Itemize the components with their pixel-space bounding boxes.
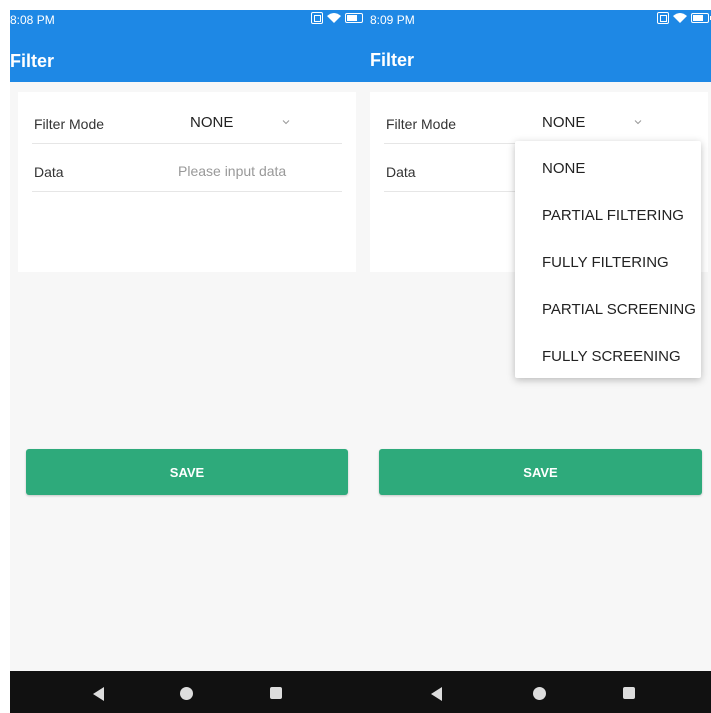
screen-filter-right: 8:09 PM Filter Filter Mode NONE Data SAV… bbox=[364, 10, 711, 713]
filter-mode-label: Filter Mode bbox=[34, 116, 105, 132]
recent-apps-icon[interactable] bbox=[270, 687, 282, 699]
status-bar: 8:09 PM bbox=[364, 10, 711, 30]
filter-form: Filter Mode NONE Data bbox=[18, 92, 356, 272]
save-button[interactable]: SAVE bbox=[379, 449, 702, 495]
filter-mode-dropdown: NONE PARTIAL FILTERING FULLY FILTERING P… bbox=[515, 141, 701, 378]
back-icon[interactable] bbox=[431, 687, 442, 701]
chevron-down-icon bbox=[282, 120, 290, 125]
menu-item-fully-filtering[interactable]: FULLY FILTERING bbox=[515, 239, 701, 286]
status-icons bbox=[311, 12, 365, 24]
wifi-icon bbox=[327, 13, 341, 23]
chevron-down-icon bbox=[634, 120, 642, 125]
filter-mode-select[interactable]: NONE bbox=[542, 114, 585, 131]
filter-mode-label: Filter Mode bbox=[386, 116, 457, 132]
app-bar: Filter bbox=[364, 30, 711, 82]
menu-item-partial-screening[interactable]: PARTIAL SCREENING bbox=[515, 286, 701, 333]
filter-mode-row[interactable]: Filter Mode NONE bbox=[384, 96, 694, 144]
navigation-bar bbox=[10, 671, 365, 713]
filter-mode-row[interactable]: Filter Mode NONE bbox=[32, 96, 342, 144]
status-icons bbox=[657, 12, 711, 24]
home-icon[interactable] bbox=[180, 687, 193, 700]
data-input[interactable] bbox=[160, 158, 340, 184]
data-label: Data bbox=[34, 164, 64, 180]
battery-icon bbox=[691, 13, 711, 23]
filter-mode-select[interactable]: NONE bbox=[190, 114, 233, 131]
status-time: 8:08 PM bbox=[10, 13, 55, 27]
screen-filter-left: 8:08 PM Filter Filter Mode NONE Data SAV… bbox=[10, 10, 365, 713]
battery-icon bbox=[345, 13, 365, 23]
recent-apps-icon[interactable] bbox=[623, 687, 635, 699]
data-row: Data bbox=[32, 144, 342, 192]
home-icon[interactable] bbox=[533, 687, 546, 700]
menu-item-partial-filtering[interactable]: PARTIAL FILTERING bbox=[515, 192, 701, 239]
navigation-bar bbox=[364, 671, 711, 713]
wifi-icon bbox=[673, 13, 687, 23]
status-time: 8:09 PM bbox=[370, 13, 415, 27]
back-icon[interactable] bbox=[93, 687, 104, 701]
save-button[interactable]: SAVE bbox=[26, 449, 348, 495]
data-label: Data bbox=[386, 164, 416, 180]
qr-icon bbox=[657, 12, 669, 24]
status-bar: 8:08 PM bbox=[10, 10, 365, 30]
qr-icon bbox=[311, 12, 323, 24]
page-title: Filter bbox=[370, 50, 415, 70]
menu-item-fully-screening[interactable]: FULLY SCREENING bbox=[515, 333, 701, 380]
menu-item-none[interactable]: NONE bbox=[515, 145, 701, 192]
page-title: Filter bbox=[10, 51, 55, 71]
app-bar: Filter bbox=[10, 30, 365, 82]
